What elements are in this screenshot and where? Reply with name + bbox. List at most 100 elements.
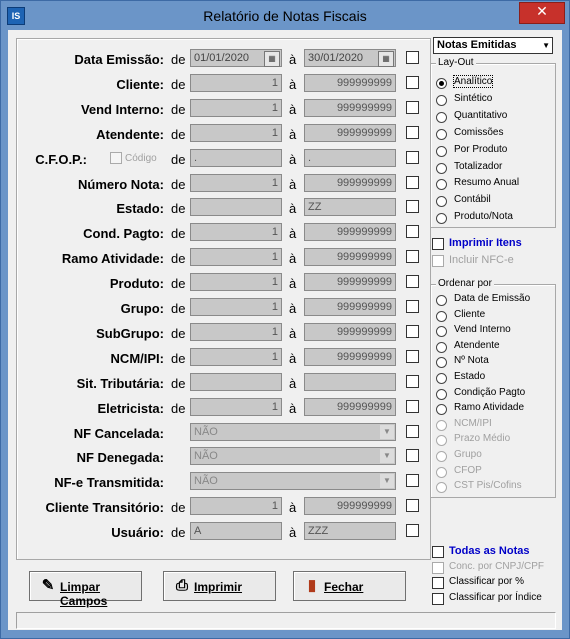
to-input[interactable]: 999999999	[304, 73, 396, 92]
filter-checkbox[interactable]	[406, 349, 419, 363]
radio-button[interactable]	[436, 451, 447, 462]
to-input[interactable]	[304, 372, 396, 391]
filter-select[interactable]: NÃO ▼	[190, 472, 396, 491]
from-input[interactable]: 1	[190, 347, 282, 366]
from-input[interactable]: 01/01/2020 ▦	[190, 49, 282, 67]
radio-button[interactable]	[436, 341, 447, 353]
from-input[interactable]: 1	[190, 73, 282, 92]
from-input[interactable]: 1	[190, 248, 282, 267]
from-input[interactable]: 1	[190, 497, 282, 516]
filter-checkbox[interactable]	[406, 250, 419, 264]
radio-button[interactable]	[436, 373, 447, 384]
close-button[interactable]: ✕	[519, 2, 565, 24]
filter-checkbox[interactable]	[406, 200, 419, 214]
filter-label: Estado:	[116, 201, 164, 217]
filter-select[interactable]: NÃO ▼	[190, 447, 396, 466]
to-input[interactable]: 999999999	[304, 173, 396, 192]
order-option-label: Atendente	[454, 339, 500, 351]
radio-button[interactable]	[436, 295, 447, 306]
filter-label: Ramo Atividade:	[61, 251, 164, 267]
radio-button[interactable]	[436, 466, 447, 478]
radio-button[interactable]	[436, 310, 447, 322]
to-input[interactable]: 999999999	[304, 298, 396, 316]
filter-select[interactable]: NÃO ▼	[190, 422, 396, 441]
from-input[interactable]: A	[190, 522, 282, 541]
imprimir-button[interactable]: ⎙ Imprimir	[163, 571, 276, 601]
filter-checkbox[interactable]	[406, 524, 419, 538]
to-input[interactable]: 999999999	[304, 223, 396, 242]
to-input[interactable]: 999999999	[304, 123, 396, 142]
from-value: 1	[271, 350, 278, 363]
checkbox-box[interactable]	[432, 255, 444, 267]
to-input[interactable]: 999999999	[304, 273, 396, 292]
from-input[interactable]: 1	[190, 98, 282, 117]
filter-checkbox[interactable]	[406, 175, 419, 189]
radio-button[interactable]	[436, 78, 447, 89]
to-input[interactable]: ZZ	[304, 198, 396, 217]
checkbox-box[interactable]	[432, 577, 444, 589]
radio-button[interactable]	[436, 404, 447, 416]
filter-row: NF Denegada: NÃO ▼	[17, 447, 430, 467]
filter-checkbox[interactable]	[406, 51, 419, 64]
filter-checkbox[interactable]	[406, 449, 419, 463]
to-input[interactable]: 999999999	[304, 397, 396, 416]
to-input[interactable]: ZZZ	[304, 522, 396, 541]
from-input[interactable]	[190, 372, 282, 391]
filter-checkbox[interactable]	[406, 225, 419, 239]
to-input[interactable]: .	[304, 148, 396, 167]
radio-button[interactable]	[436, 357, 447, 369]
radio-button[interactable]	[436, 482, 447, 494]
report-type-select[interactable]: Notas Emitidas ▼	[433, 37, 553, 54]
to-input[interactable]: 999999999	[304, 98, 396, 117]
fechar-button[interactable]: ▮ Fechar	[293, 571, 406, 601]
from-input[interactable]: 1	[190, 123, 282, 142]
filter-checkbox[interactable]	[406, 424, 419, 438]
calendar-icon[interactable]: ▦	[378, 51, 394, 67]
filter-checkbox[interactable]	[406, 300, 419, 313]
radio-button[interactable]	[436, 128, 447, 140]
radio-button[interactable]	[436, 145, 447, 157]
limpar-campos-button[interactable]: ✎ Limpar Campos	[29, 571, 142, 608]
filter-checkbox[interactable]	[406, 75, 419, 89]
from-value: 1	[271, 226, 278, 239]
from-input[interactable]: 1	[190, 173, 282, 192]
from-input[interactable]: 1	[190, 223, 282, 242]
checkbox-box[interactable]	[432, 238, 444, 250]
from-input[interactable]: .	[190, 148, 282, 167]
to-input[interactable]: 999999999	[304, 248, 396, 267]
from-input[interactable]: 1	[190, 397, 282, 416]
from-input[interactable]: 1	[190, 322, 282, 341]
checkbox-box[interactable]	[432, 593, 444, 605]
to-input[interactable]: 30/01/2020 ▦	[304, 49, 396, 67]
checkbox-box[interactable]	[432, 546, 444, 558]
radio-button[interactable]	[436, 419, 447, 431]
filter-checkbox[interactable]	[406, 499, 419, 513]
from-input[interactable]	[190, 198, 282, 217]
from-label: de	[171, 52, 186, 67]
to-input[interactable]: 999999999	[304, 322, 396, 341]
radio-button[interactable]	[436, 196, 447, 208]
filter-checkbox[interactable]	[406, 150, 419, 164]
filter-checkbox[interactable]	[406, 125, 419, 139]
filter-checkbox[interactable]	[406, 374, 419, 388]
filter-checkbox[interactable]	[406, 399, 419, 413]
to-input[interactable]: 999999999	[304, 497, 396, 516]
radio-button[interactable]	[436, 111, 447, 123]
to-input[interactable]: 999999999	[304, 347, 396, 366]
radio-button[interactable]	[436, 435, 447, 447]
calendar-icon[interactable]: ▦	[264, 51, 280, 67]
radio-button[interactable]	[436, 94, 447, 106]
checkbox-box[interactable]	[432, 562, 444, 574]
radio-button[interactable]	[436, 388, 447, 400]
filter-checkbox[interactable]	[406, 100, 419, 114]
from-input[interactable]: 1	[190, 273, 282, 292]
cfop-code-checkbox[interactable]	[110, 151, 122, 164]
radio-button[interactable]	[436, 326, 447, 338]
filter-checkbox[interactable]	[406, 275, 419, 289]
filter-checkbox[interactable]	[406, 324, 419, 338]
radio-button[interactable]	[436, 213, 447, 225]
radio-button[interactable]	[436, 162, 447, 174]
radio-button[interactable]	[436, 179, 447, 191]
filter-checkbox[interactable]	[406, 474, 419, 488]
from-input[interactable]: 1	[190, 298, 282, 316]
